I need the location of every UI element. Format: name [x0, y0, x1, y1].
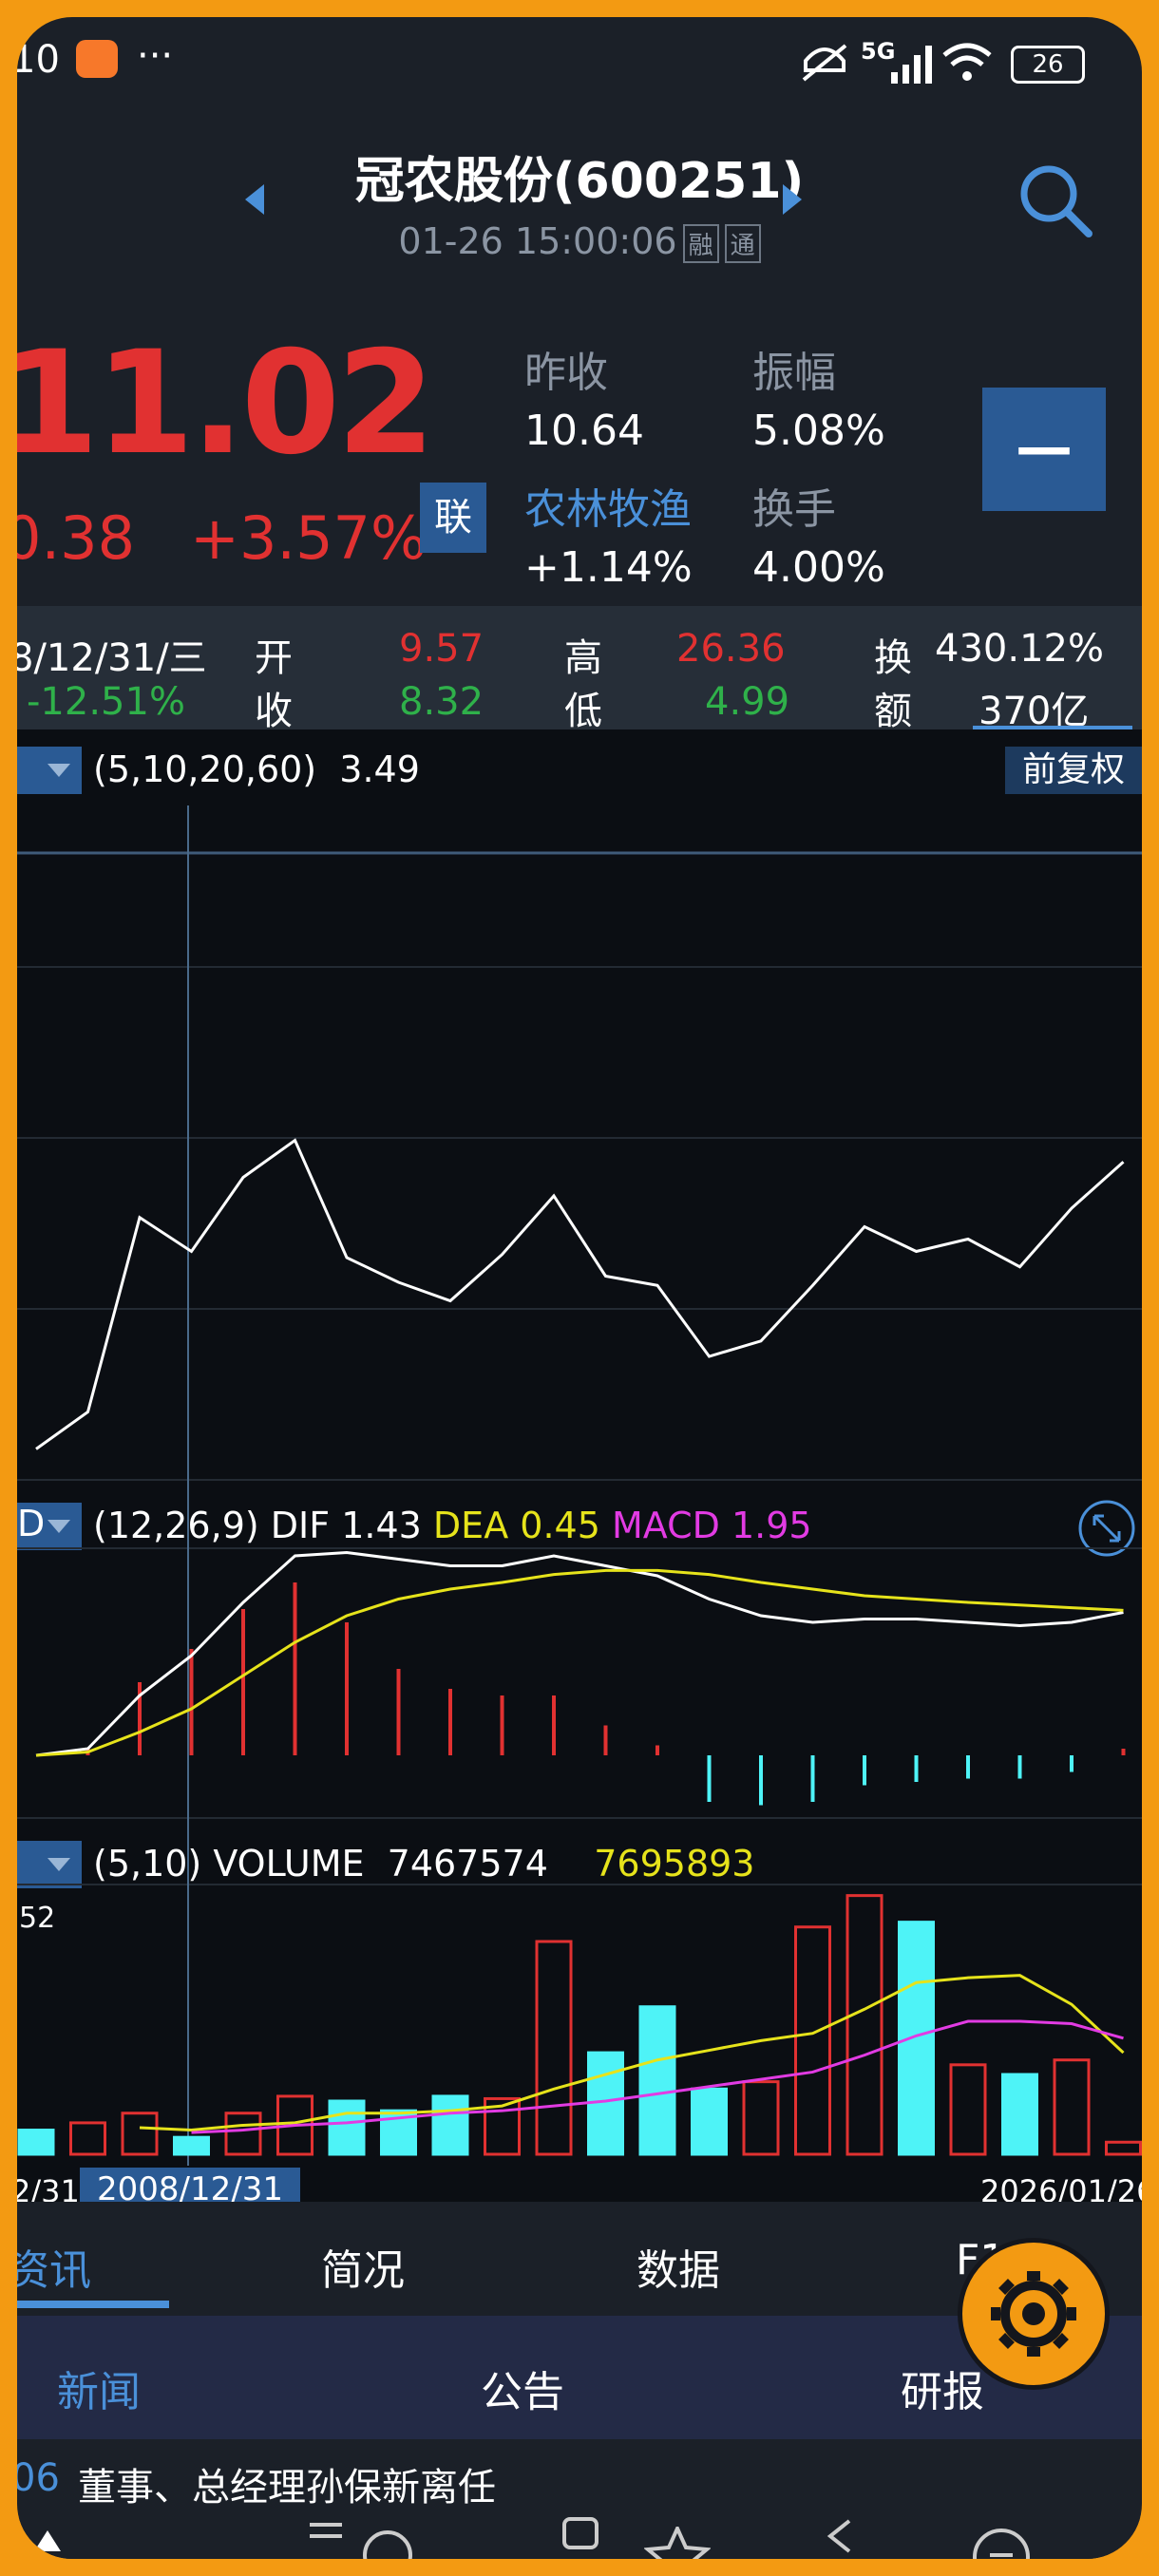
volume-bar — [69, 2121, 106, 2156]
subtab-announcements[interactable]: 公告 — [481, 2358, 564, 2418]
volume-bar — [173, 2135, 210, 2156]
volume-bar — [535, 1940, 573, 2156]
volume-bar — [794, 1925, 831, 2156]
volume-ma5-line — [139, 1974, 1125, 2132]
price-series-line — [35, 1138, 1125, 1450]
trade-icon[interactable] — [359, 2529, 416, 2559]
phone-screen: 10 ··· 5G 26 冠农股份(600251) 01-26 15:00:06… — [17, 17, 1142, 2559]
back-icon[interactable] — [821, 2517, 859, 2555]
tab-overview[interactable]: 简况 — [321, 2236, 405, 2297]
gear-icon — [991, 2271, 1076, 2357]
volume-bar — [1053, 2058, 1091, 2156]
volume-bar — [949, 2063, 987, 2156]
volume-bar — [846, 1894, 884, 2156]
kline-charts — [17, 805, 1142, 2166]
volume-bar — [121, 2112, 159, 2156]
volume-bar — [431, 2094, 469, 2156]
active-tab-indicator — [17, 2301, 169, 2308]
news-title[interactable]: 董事、总经理孙保新离任 — [78, 2456, 496, 2511]
tab-data[interactable]: 数据 — [636, 2236, 720, 2297]
volume-bar — [1001, 2073, 1038, 2156]
settings-button[interactable] — [958, 2238, 1110, 2390]
tab-news-info[interactable]: 资讯 — [17, 2236, 91, 2297]
volume-bar — [224, 2112, 262, 2156]
bottom-nav — [17, 2517, 1142, 2559]
dif-line — [35, 1550, 1124, 1757]
home-icon[interactable] — [559, 2517, 602, 2555]
star-icon[interactable] — [644, 2527, 711, 2559]
volume-bar — [17, 2129, 55, 2156]
subtab-news[interactable]: 新闻 — [57, 2358, 141, 2418]
volume-bar — [1105, 2140, 1142, 2156]
volume-bar — [691, 2087, 728, 2156]
news-date: 06 — [17, 2456, 60, 2500]
dea-line — [35, 1568, 1124, 1757]
volume-bar — [742, 2080, 780, 2156]
minus-circle-icon[interactable] — [971, 2527, 1032, 2559]
volume-bar — [638, 2005, 676, 2156]
scroll-top-icon[interactable] — [30, 2527, 65, 2555]
volume-bar — [328, 2099, 366, 2156]
menu-icon[interactable] — [302, 2517, 350, 2555]
volume-bar — [898, 1921, 935, 2156]
